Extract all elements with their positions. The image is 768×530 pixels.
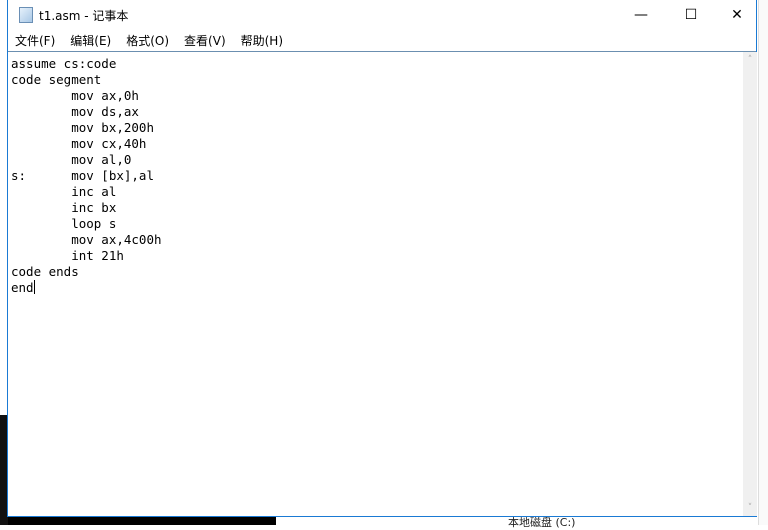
minimize-button[interactable]: —	[618, 0, 664, 30]
menu-bar: 文件(F) 编辑(E) 格式(O) 查看(V) 帮助(H)	[8, 30, 756, 52]
menu-format[interactable]: 格式(O)	[119, 32, 176, 49]
menu-edit[interactable]: 编辑(E)	[63, 32, 118, 49]
vertical-scrollbar[interactable]: ˄ ˅	[743, 52, 757, 516]
menu-help[interactable]: 帮助(H)	[234, 32, 290, 49]
scroll-up-icon[interactable]: ˄	[743, 52, 757, 68]
close-button[interactable]: ✕	[714, 0, 760, 30]
background-window	[758, 0, 768, 525]
text-editor[interactable]: assume cs:code code segment mov ax,0h mo…	[8, 52, 742, 516]
notepad-window: t1.asm - 记事本 — ☐ ✕ 文件(F) 编辑(E) 格式(O) 查看(…	[7, 0, 757, 517]
text-caret	[33, 280, 35, 294]
window-title: t1.asm - 记事本	[39, 8, 129, 23]
menu-file[interactable]: 文件(F)	[8, 32, 62, 49]
menu-view[interactable]: 查看(V)	[177, 32, 233, 49]
notepad-file-icon	[19, 7, 33, 23]
scroll-down-icon[interactable]: ˅	[743, 500, 757, 516]
title-bar[interactable]: t1.asm - 记事本 — ☐ ✕	[8, 0, 756, 30]
maximize-button[interactable]: ☐	[668, 0, 714, 30]
editor-content[interactable]: assume cs:code code segment mov ax,0h mo…	[11, 56, 162, 295]
background-window	[8, 517, 276, 525]
